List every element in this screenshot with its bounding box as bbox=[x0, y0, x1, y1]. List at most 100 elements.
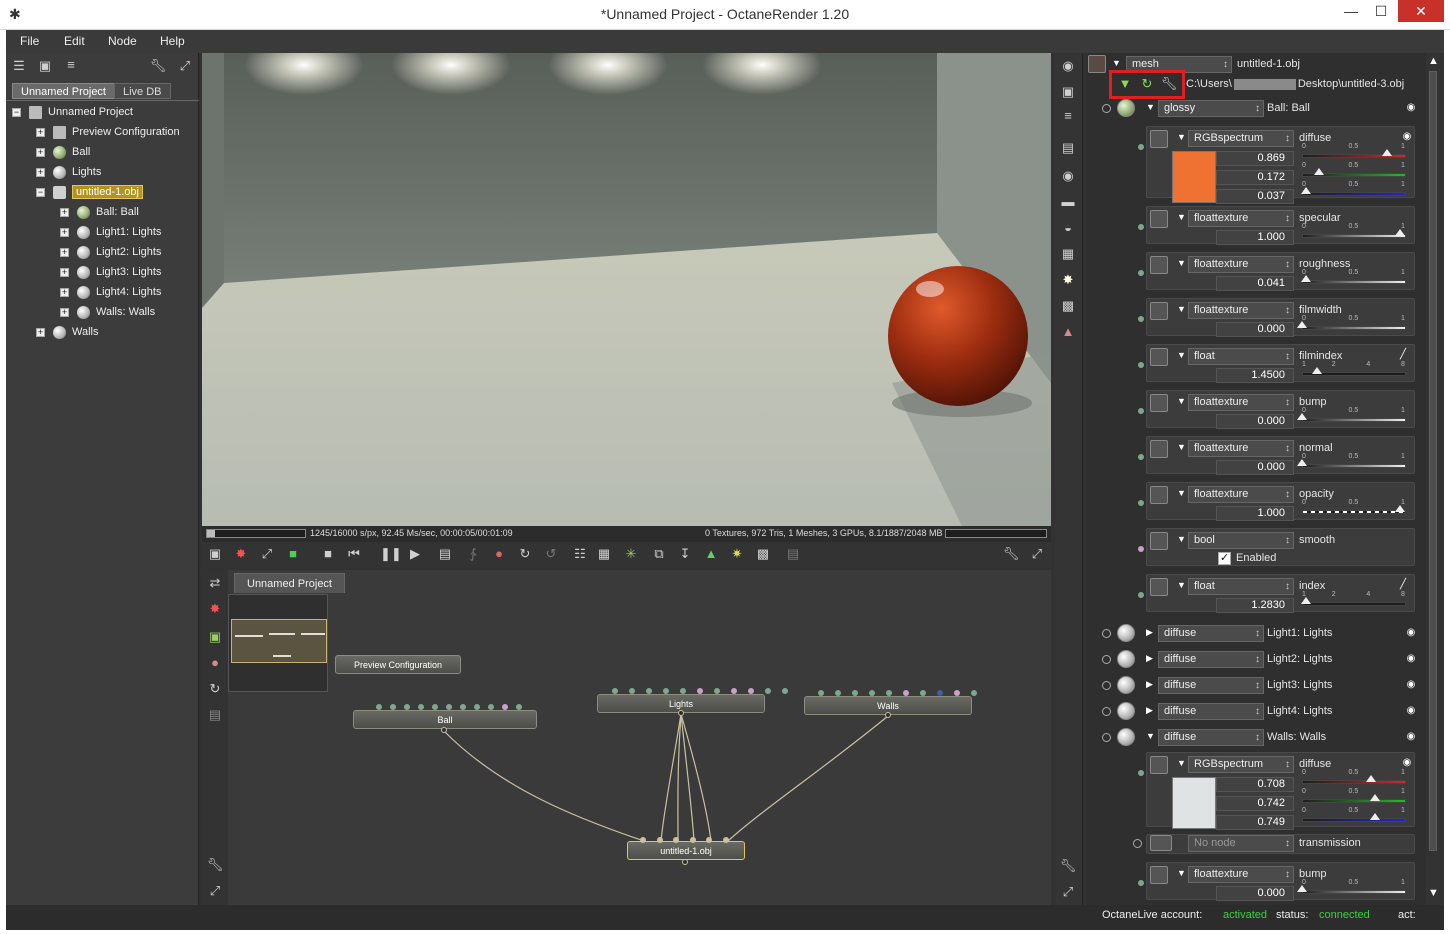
slider-handle[interactable] bbox=[1395, 505, 1405, 512]
tree-expander-icon[interactable]: + bbox=[36, 167, 45, 177]
tree-icon[interactable]: ▲ bbox=[702, 545, 720, 563]
material-collapse-icon[interactable]: ▼ bbox=[1146, 102, 1155, 112]
light-type-select[interactable]: diffuse bbox=[1158, 651, 1264, 668]
tree-item[interactable]: − Unnamed Project bbox=[12, 103, 133, 121]
picture-icon[interactable]: ▦ bbox=[1059, 245, 1077, 263]
region-render-icon[interactable]: ▤ bbox=[436, 545, 454, 563]
param-type-select[interactable]: floattexture bbox=[1188, 866, 1294, 883]
image-icon[interactable]: ▤ bbox=[1059, 139, 1077, 157]
param-slider[interactable]: 0 0.5 1 bbox=[1297, 453, 1406, 471]
channel-slider[interactable]: 0 0.5 1 bbox=[1300, 181, 1406, 199]
tab-unnamed-project[interactable]: Unnamed Project bbox=[12, 83, 115, 99]
transmission-pin-radio[interactable] bbox=[1133, 839, 1142, 848]
load-mesh-icon[interactable]: ▼ bbox=[1116, 75, 1134, 93]
walls-eye-icon[interactable]: ◉ bbox=[1403, 730, 1419, 743]
lights-input-pin[interactable] bbox=[697, 688, 703, 694]
light-eye-icon[interactable]: ◉ bbox=[1403, 678, 1419, 691]
minimize-button[interactable]: — bbox=[1336, 0, 1366, 22]
ball-input-pin[interactable] bbox=[390, 704, 396, 710]
param-collapse-icon[interactable]: ▼ bbox=[1177, 868, 1186, 878]
param-collapse-icon[interactable]: ▼ bbox=[1177, 534, 1186, 544]
scroll-up-icon[interactable]: ▲ bbox=[1428, 55, 1439, 67]
param-slider[interactable]: 1248 bbox=[1300, 591, 1406, 609]
rotate-icon[interactable]: ↻ bbox=[516, 545, 534, 563]
param-value[interactable]: 1.000 bbox=[1216, 230, 1294, 245]
channel-value[interactable]: 0.749 bbox=[1216, 815, 1294, 830]
walls-input-pin[interactable] bbox=[852, 690, 858, 696]
param-slider[interactable]: 0 0.5 1 bbox=[1302, 499, 1406, 517]
play-icon[interactable]: ▶ bbox=[406, 545, 424, 563]
param-value[interactable]: 0.000 bbox=[1216, 460, 1294, 475]
maximize-button[interactable]: ☐ bbox=[1366, 0, 1396, 22]
param-collapse-icon[interactable]: ▼ bbox=[1177, 442, 1186, 452]
param-slider[interactable]: 0 0.5 1 bbox=[1297, 407, 1406, 425]
environment-icon[interactable]: ◒ bbox=[1059, 219, 1077, 237]
lights-input-pin[interactable] bbox=[629, 688, 635, 694]
param-collapse-icon[interactable]: ▼ bbox=[1177, 212, 1186, 222]
light-type-select[interactable]: diffuse bbox=[1158, 625, 1264, 642]
lights-input-pin[interactable] bbox=[612, 688, 618, 694]
output-pin[interactable] bbox=[885, 712, 891, 718]
list-icon[interactable]: ≡ bbox=[1059, 107, 1077, 125]
param-eye-icon[interactable]: ◉ bbox=[1399, 756, 1415, 769]
param-type-select[interactable]: RGBspectrum bbox=[1188, 130, 1294, 147]
zoom-fit-icon[interactable]: ☷ bbox=[571, 545, 589, 563]
slider-handle[interactable] bbox=[1297, 321, 1307, 328]
channel-slider[interactable]: 0 0.5 1 bbox=[1302, 162, 1406, 180]
lights-input-pin[interactable] bbox=[680, 688, 686, 694]
lights-input-pin[interactable] bbox=[765, 688, 771, 694]
menu-file[interactable]: File bbox=[20, 34, 39, 48]
ball-input-pin[interactable] bbox=[418, 704, 424, 710]
checker-icon[interactable]: ▩ bbox=[754, 545, 772, 563]
output-pin[interactable] bbox=[441, 727, 447, 733]
output-pin[interactable] bbox=[682, 859, 688, 865]
camera-icon[interactable]: ◉ bbox=[1059, 167, 1077, 185]
tree-expander-icon[interactable]: + bbox=[60, 207, 69, 217]
tree-item[interactable]: + Light4: Lights bbox=[60, 283, 161, 301]
param-type-select[interactable]: floattexture bbox=[1188, 440, 1294, 457]
walls-input-pin[interactable] bbox=[954, 690, 960, 696]
imager-icon[interactable]: ▩ bbox=[1059, 297, 1077, 315]
render-target-icon[interactable]: ◉ bbox=[1059, 57, 1077, 75]
lights-input-pin[interactable] bbox=[646, 688, 652, 694]
mesh-icon[interactable]: ▲ bbox=[1059, 323, 1077, 341]
curve-icon[interactable]: ╱ bbox=[1395, 348, 1411, 361]
param-type-select[interactable]: floattexture bbox=[1188, 210, 1294, 227]
reload-mesh-icon[interactable]: ↻ bbox=[1138, 75, 1156, 93]
ball-input-pin[interactable] bbox=[404, 704, 410, 710]
light-pin-radio[interactable] bbox=[1102, 655, 1111, 664]
light-eye-icon[interactable]: ◉ bbox=[1403, 704, 1419, 717]
mesh-input-pin[interactable] bbox=[706, 837, 712, 843]
param-collapse-icon[interactable]: ▼ bbox=[1177, 350, 1186, 360]
viewport-wrench-icon[interactable]: 🔧︎ bbox=[1002, 545, 1020, 563]
export-icon[interactable]: ↧ bbox=[676, 545, 694, 563]
channel-value[interactable]: 0.708 bbox=[1216, 777, 1294, 792]
channel-value[interactable]: 0.869 bbox=[1216, 151, 1294, 166]
scroll-thumb[interactable] bbox=[1429, 71, 1437, 851]
param-type-select[interactable]: RGBspectrum bbox=[1188, 756, 1294, 773]
kernel-icon[interactable]: ✸ bbox=[1059, 271, 1077, 289]
tree-expander-icon[interactable]: + bbox=[36, 127, 45, 137]
close-button[interactable]: ✕ bbox=[1398, 0, 1444, 22]
param-type-select[interactable]: floattexture bbox=[1188, 256, 1294, 273]
channel-value[interactable]: 0.742 bbox=[1216, 796, 1294, 811]
param-slider[interactable]: 0 0.5 1 bbox=[1297, 315, 1406, 333]
tree-expander-icon[interactable]: − bbox=[36, 187, 45, 197]
param-slider[interactable]: 0 0.5 1 bbox=[1302, 223, 1406, 241]
param-value[interactable]: 1.2830 bbox=[1216, 598, 1294, 613]
mesh-input-pin[interactable] bbox=[656, 837, 663, 843]
node-untitled-1-obj[interactable]: untitled-1.obj bbox=[627, 841, 745, 860]
tree-item[interactable]: + Ball bbox=[36, 143, 90, 161]
ball-input-pin[interactable] bbox=[376, 704, 382, 710]
slider-handle[interactable] bbox=[1370, 813, 1381, 820]
curve-icon[interactable]: ╱ bbox=[1395, 578, 1411, 591]
rewind-icon[interactable]: ⏮ bbox=[345, 545, 363, 563]
outliner-list-icon[interactable]: ☰ bbox=[10, 57, 28, 75]
param-value[interactable]: 0.000 bbox=[1216, 886, 1294, 901]
lights-input-pin[interactable] bbox=[714, 688, 720, 694]
param-type-select[interactable]: float bbox=[1188, 578, 1294, 595]
color-swatch[interactable] bbox=[1172, 777, 1216, 829]
tree-item[interactable]: + Preview Configuration bbox=[36, 123, 180, 141]
ball-input-pin[interactable] bbox=[488, 704, 494, 710]
tree-expander-icon[interactable]: + bbox=[36, 147, 45, 157]
